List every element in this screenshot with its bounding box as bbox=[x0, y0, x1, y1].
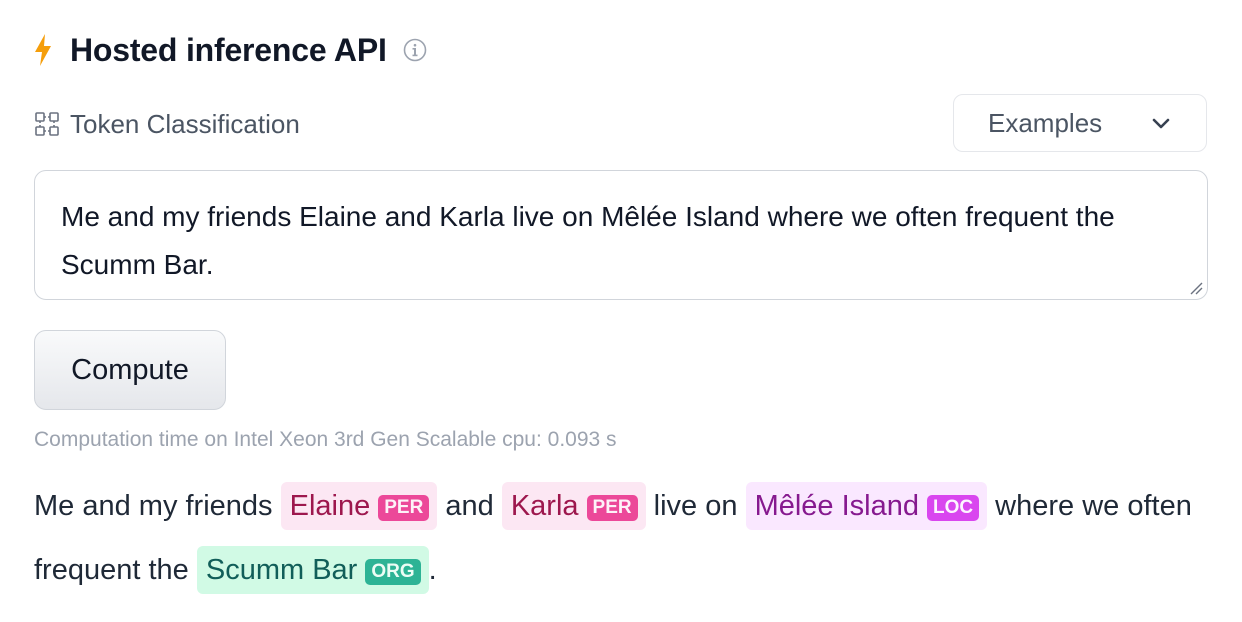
lightning-bolt-icon bbox=[35, 34, 51, 66]
entity-tag: ORG bbox=[365, 559, 421, 585]
entity-tag: LOC bbox=[927, 495, 980, 521]
output-text: live on bbox=[653, 490, 738, 522]
examples-dropdown[interactable]: Examples bbox=[953, 94, 1207, 152]
entity-text: Mêlée Island bbox=[754, 490, 919, 522]
input-textarea[interactable]: Me and my friends Elaine and Karla live … bbox=[34, 170, 1208, 300]
entity-tag: PER bbox=[586, 495, 638, 521]
entity-text: Scumm Bar bbox=[205, 554, 358, 586]
entity-per: Karla PER bbox=[501, 482, 646, 530]
token-classification-icon bbox=[35, 112, 59, 136]
task-type: Token Classification bbox=[34, 104, 300, 144]
output-text: . bbox=[428, 554, 437, 586]
entity-text: Karla bbox=[510, 490, 579, 522]
resize-handle-icon[interactable] bbox=[1189, 281, 1203, 295]
compute-button[interactable]: Compute bbox=[34, 330, 226, 410]
widget-header: Hosted inference API bbox=[32, 28, 427, 72]
examples-label: Examples bbox=[988, 107, 1103, 138]
task-label: Token Classification bbox=[70, 108, 300, 139]
chevron-down-icon bbox=[1152, 118, 1170, 129]
input-text: Me and my friends Elaine and Karla live … bbox=[61, 201, 1115, 280]
info-circle-icon[interactable] bbox=[403, 38, 427, 62]
entity-loc: Mêlée Island LOC bbox=[745, 482, 988, 530]
entity-tag: PER bbox=[378, 495, 430, 521]
entity-text: Elaine bbox=[289, 490, 371, 522]
entity-per: Elaine PER bbox=[280, 482, 438, 530]
computation-time: Computation time on Intel Xeon 3rd Gen S… bbox=[34, 428, 617, 451]
widget-title: Hosted inference API bbox=[70, 31, 387, 68]
output-text: Me and my friends bbox=[34, 490, 273, 522]
output-text: and bbox=[445, 490, 494, 522]
ner-output: Me and my friends Elaine PER and Karla PER… bbox=[34, 474, 1214, 602]
entity-org: Scumm Bar ORG bbox=[196, 546, 429, 594]
